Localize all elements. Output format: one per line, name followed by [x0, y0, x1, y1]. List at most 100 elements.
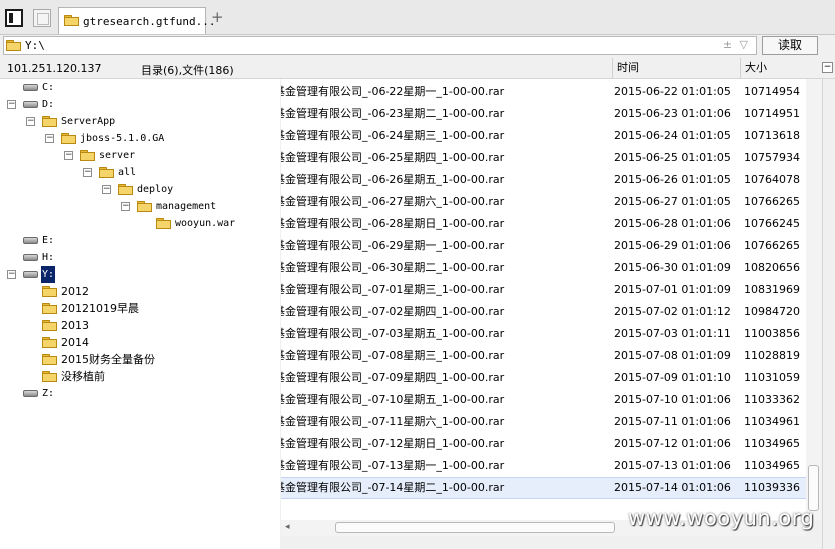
collapse-icon[interactable]: − — [7, 270, 16, 279]
sidebar-toggle-icon[interactable] — [5, 9, 23, 27]
collapse-icon[interactable]: − — [45, 134, 54, 143]
file-name: 基金管理有限公司_-07-13星期一_1-00-00.rar — [281, 459, 505, 472]
tree-label: all — [118, 167, 137, 178]
right-side-panel — [822, 79, 835, 549]
file-time: 2015-07-14 01:01:06 — [614, 481, 731, 494]
scroll-left-icon[interactable]: ◂ — [285, 522, 290, 532]
file-row[interactable]: 基金管理有限公司_-06-23星期二_1-00-00.rar 2015-06-23… — [281, 103, 822, 125]
file-row[interactable]: 基金管理有限公司_-07-02星期四_1-00-00.rar 2015-07-02… — [281, 301, 822, 323]
collapse-icon[interactable]: − — [64, 151, 73, 160]
file-time: 2015-07-11 01:01:06 — [614, 415, 731, 428]
folder-icon — [118, 184, 133, 195]
file-row[interactable]: 基金管理有限公司_-06-30星期二_1-00-00.rar 2015-06-30… — [281, 257, 822, 279]
file-time: 2015-07-13 01:01:06 — [614, 459, 731, 472]
directory-tree: C: − D: − ServerApp − jboss-5.1.0.GA − s… — [0, 79, 280, 549]
file-size: 11039336 — [744, 481, 800, 494]
file-name: 基金管理有限公司_-07-09星期四_1-00-00.rar — [281, 371, 505, 384]
file-row[interactable]: 基金管理有限公司_-07-03星期五_1-00-00.rar 2015-07-03… — [281, 323, 822, 345]
watermark: www.wooyun.org — [628, 506, 815, 530]
vertical-scroll-thumb[interactable] — [808, 465, 819, 511]
file-row[interactable]: 基金管理有限公司_-07-14星期二_1-00-00.rar 2015-07-14… — [281, 477, 822, 499]
file-row[interactable]: 基金管理有限公司_-06-26星期五_1-00-00.rar 2015-06-26… — [281, 169, 822, 191]
path-input[interactable]: Y:\ ± ▽ — [3, 36, 757, 55]
address-bar: Y:\ ± ▽ 读取 — [0, 35, 835, 57]
folder-icon — [42, 303, 57, 314]
file-name: 基金管理有限公司_-06-27星期六_1-00-00.rar — [281, 195, 505, 208]
file-row[interactable]: 基金管理有限公司_-07-13星期一_1-00-00.rar 2015-07-13… — [281, 455, 822, 477]
collapse-icon[interactable]: − — [83, 168, 92, 177]
new-tab-icon[interactable]: + — [211, 10, 224, 25]
horizontal-scroll-thumb[interactable] — [335, 522, 615, 533]
read-button[interactable]: 读取 — [762, 36, 818, 55]
file-size: 10713618 — [744, 129, 800, 142]
file-name: 基金管理有限公司_-06-30星期二_1-00-00.rar — [281, 261, 505, 274]
tree-label: 20121019早晨 — [61, 302, 139, 315]
file-size: 10764078 — [744, 173, 800, 186]
file-row[interactable]: 基金管理有限公司_-06-27星期六_1-00-00.rar 2015-06-27… — [281, 191, 822, 213]
file-time: 2015-07-12 01:01:06 — [614, 437, 731, 450]
tree-label-selected: Y: — [41, 266, 56, 283]
drive-icon — [23, 254, 38, 261]
tree-label: wooyun.war — [175, 218, 236, 229]
drive-icon — [23, 101, 38, 108]
column-header-time[interactable]: 时间 — [612, 58, 740, 78]
folder-icon — [137, 201, 152, 212]
folder-icon — [64, 15, 79, 26]
file-row[interactable]: 基金管理有限公司_-06-29星期一_1-00-00.rar 2015-06-29… — [281, 235, 822, 257]
tree-label: 2014 — [61, 336, 89, 349]
file-time: 2015-07-09 01:01:10 — [614, 371, 731, 384]
file-size: 11034965 — [744, 459, 800, 472]
file-size: 11028819 — [744, 349, 800, 362]
tree-label: H: — [42, 252, 55, 263]
file-time: 2015-06-23 01:01:06 — [614, 107, 731, 120]
file-row[interactable]: 基金管理有限公司_-07-10星期五_1-00-00.rar 2015-07-10… — [281, 389, 822, 411]
tree-label: 2013 — [61, 319, 89, 332]
tree-label: D: — [42, 99, 55, 110]
folder-icon — [99, 167, 114, 178]
file-time: 2015-06-22 01:01:05 — [614, 85, 731, 98]
blank-tab-icon[interactable] — [33, 9, 51, 27]
file-row[interactable]: 基金管理有限公司_-06-28星期日_1-00-00.rar 2015-06-28… — [281, 213, 822, 235]
file-time: 2015-07-02 01:01:12 — [614, 305, 731, 318]
file-row[interactable]: 基金管理有限公司_-07-11星期六_1-00-00.rar 2015-07-11… — [281, 411, 822, 433]
file-time: 2015-07-10 01:01:06 — [614, 393, 731, 406]
folder-icon — [42, 337, 57, 348]
tree-label: jboss-5.1.0.GA — [80, 133, 165, 144]
file-size: 10714954 — [744, 85, 800, 98]
file-row[interactable]: 基金管理有限公司_-07-09星期四_1-00-00.rar 2015-07-09… — [281, 367, 822, 389]
file-size: 11003856 — [744, 327, 800, 340]
file-name: 基金管理有限公司_-06-26星期五_1-00-00.rar — [281, 173, 505, 186]
file-time: 2015-06-28 01:01:06 — [614, 217, 731, 230]
folder-icon — [61, 133, 76, 144]
collapse-icon[interactable]: − — [7, 100, 16, 109]
folder-icon — [42, 320, 57, 331]
file-name: 基金管理有限公司_-06-22星期一_1-00-00.rar — [281, 85, 505, 98]
collapse-icon[interactable]: − — [26, 117, 35, 126]
folder-icon — [6, 40, 21, 51]
file-name: 基金管理有限公司_-06-23星期二_1-00-00.rar — [281, 107, 505, 120]
tab-active[interactable]: gtresearch.gtfund... — [58, 7, 215, 34]
file-row[interactable]: 基金管理有限公司_-07-01星期三_1-00-00.rar 2015-07-01… — [281, 279, 822, 301]
tree-label: 没移植前 — [61, 370, 105, 383]
tree-label: management — [156, 201, 217, 212]
file-row[interactable]: 基金管理有限公司_-06-24星期三_1-00-00.rar 2015-06-24… — [281, 125, 822, 147]
file-name: 基金管理有限公司_-07-02星期四_1-00-00.rar — [281, 305, 505, 318]
file-size: 10757934 — [744, 151, 800, 164]
tab-bar: gtresearch.gtfund... + — [0, 0, 835, 35]
tree-label: ServerApp — [61, 116, 116, 127]
file-row[interactable]: 基金管理有限公司_-07-08星期三_1-00-00.rar 2015-07-08… — [281, 345, 822, 367]
file-row[interactable]: 基金管理有限公司_-06-25星期四_1-00-00.rar 2015-06-25… — [281, 147, 822, 169]
collapse-icon[interactable]: − — [121, 202, 130, 211]
collapse-icon[interactable]: − — [102, 185, 111, 194]
path-text: Y:\ — [25, 39, 45, 52]
file-row[interactable]: 基金管理有限公司_-06-22星期一_1-00-00.rar 2015-06-22… — [281, 81, 822, 103]
file-row[interactable]: 基金管理有限公司_-07-12星期日_1-00-00.rar 2015-07-12… — [281, 433, 822, 455]
collapse-icon[interactable]: − — [822, 62, 833, 73]
file-size: 10766265 — [744, 239, 800, 252]
tree-label: 2015财务全量备份 — [61, 353, 155, 366]
column-header-size[interactable]: 大小 — [740, 58, 818, 78]
file-size: 10766265 — [744, 195, 800, 208]
path-dropdown-controls[interactable]: ± ▽ — [723, 38, 750, 51]
file-name: 基金管理有限公司_-06-29星期一_1-00-00.rar — [281, 239, 505, 252]
vertical-scrollbar[interactable] — [806, 79, 822, 520]
